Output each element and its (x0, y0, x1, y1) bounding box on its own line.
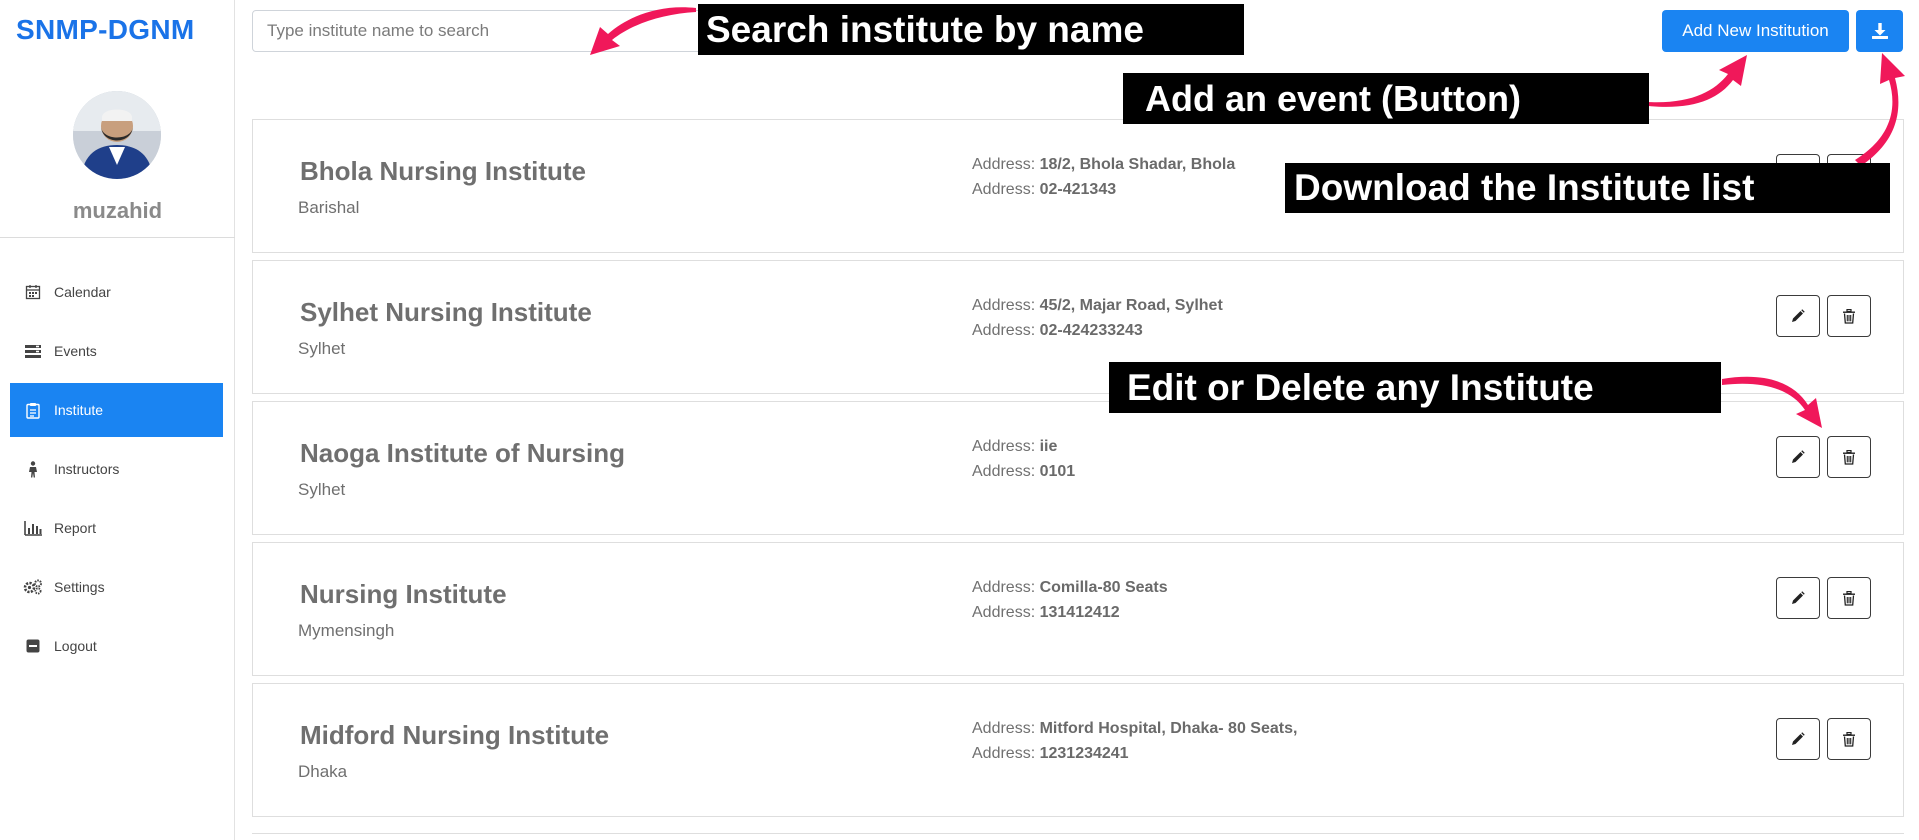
annotation-add-event: Add an event (Button) (1123, 73, 1649, 124)
institute-name: Nursing Institute (300, 579, 507, 609)
institute-phone: Address: 02-421343 (972, 181, 1117, 198)
sidebar-item-instructors[interactable]: Instructors (10, 442, 223, 496)
sidebar-item-label: Events (54, 343, 97, 359)
sidebar-item-label: Settings (54, 579, 105, 595)
sidebar-item-institute[interactable]: Institute (10, 383, 223, 437)
annotation-edit-delete: Edit or Delete any Institute (1109, 362, 1721, 413)
sidebar-item-label: Calendar (54, 284, 111, 300)
app-brand[interactable]: SNMP-DGNM (16, 14, 194, 46)
institute-region: Dhaka (298, 762, 348, 781)
edit-button[interactable] (1776, 436, 1820, 478)
pencil-icon (1791, 450, 1805, 464)
trash-icon (1842, 590, 1856, 606)
institute-list: Bhola Nursing Institute Barishal Address… (252, 119, 1904, 824)
institute-card: Nursing Institute Mymensingh Address: Co… (252, 542, 1904, 676)
institute-phone: Address: 0101 (972, 463, 1076, 480)
trash-icon (1842, 731, 1856, 747)
institute-region: Mymensingh (298, 621, 395, 640)
sidebar-item-events[interactable]: Events (10, 324, 223, 378)
pencil-icon (1791, 732, 1805, 746)
institute-card: Naoga Institute of Nursing Sylhet Addres… (252, 401, 1904, 535)
institute-phone: Address: 02-424233243 (972, 322, 1143, 339)
edit-button[interactable] (1776, 577, 1820, 619)
pencil-icon (1791, 309, 1805, 323)
delete-button[interactable] (1827, 295, 1871, 337)
institute-address: Address: Comilla-80 Seats (972, 579, 1168, 596)
institute-name: Naoga Institute of Nursing (300, 438, 625, 468)
annotation-arrow-add (1648, 55, 1747, 107)
sidebar-item-settings[interactable]: Settings (10, 560, 223, 614)
institute-name: Midford Nursing Institute (300, 720, 610, 750)
institute-region: Sylhet (298, 339, 346, 358)
institute-region: Barishal (298, 198, 360, 217)
bar-chart-icon (22, 519, 44, 537)
institute-address: Address: 45/2, Majar Road, Sylhet (972, 297, 1223, 314)
sidebar: SNMP-DGNM muzahid Calendar Events Instit… (0, 0, 235, 840)
sidebar-nav: Calendar Events Institute Instructors Re… (10, 265, 223, 678)
clipboard-icon (22, 401, 44, 419)
sidebar-item-label: Institute (54, 402, 104, 418)
institute-phone: Address: 1231234241 (972, 745, 1129, 762)
gears-icon (22, 578, 44, 596)
sidebar-divider (0, 237, 235, 238)
username: muzahid (72, 198, 163, 223)
download-button[interactable] (1856, 10, 1903, 52)
institute-phone: Address: 131412412 (972, 604, 1120, 621)
delete-button[interactable] (1827, 718, 1871, 760)
sidebar-item-calendar[interactable]: Calendar (10, 265, 223, 319)
sidebar-item-label: Logout (54, 638, 97, 654)
events-icon (22, 342, 44, 360)
sidebar-item-label: Instructors (54, 461, 120, 477)
download-icon (1871, 22, 1889, 40)
search-input[interactable] (252, 10, 704, 52)
annotation-download: Download the Institute list (1285, 163, 1890, 213)
calendar-icon (22, 283, 44, 301)
delete-button[interactable] (1827, 577, 1871, 619)
institute-name: Sylhet Nursing Institute (300, 297, 592, 327)
institute-card: Midford Nursing Institute Dhaka Address:… (252, 683, 1904, 817)
sidebar-item-report[interactable]: Report (10, 501, 223, 555)
trash-icon (1842, 308, 1856, 324)
institute-name: Bhola Nursing Institute (300, 156, 586, 186)
sidebar-item-label: Report (54, 520, 97, 536)
edit-button[interactable] (1776, 718, 1820, 760)
trash-icon (1842, 449, 1856, 465)
minus-square-icon (22, 637, 44, 655)
institute-address: Address: 18/2, Bhola Shadar, Bhola (972, 156, 1236, 173)
add-institution-button[interactable]: Add New Institution (1662, 10, 1849, 52)
institute-address: Address: iie (972, 438, 1058, 455)
list-item-partial (252, 833, 1904, 840)
person-icon (22, 460, 44, 478)
delete-button[interactable] (1827, 436, 1871, 478)
institute-region: Sylhet (298, 480, 346, 499)
avatar[interactable] (73, 91, 161, 179)
sidebar-item-logout[interactable]: Logout (10, 619, 223, 673)
pencil-icon (1791, 591, 1805, 605)
annotation-search: Search institute by name (698, 4, 1244, 55)
institute-address: Address: Mitford Hospital, Dhaka- 80 Sea… (972, 720, 1298, 737)
edit-button[interactable] (1776, 295, 1820, 337)
